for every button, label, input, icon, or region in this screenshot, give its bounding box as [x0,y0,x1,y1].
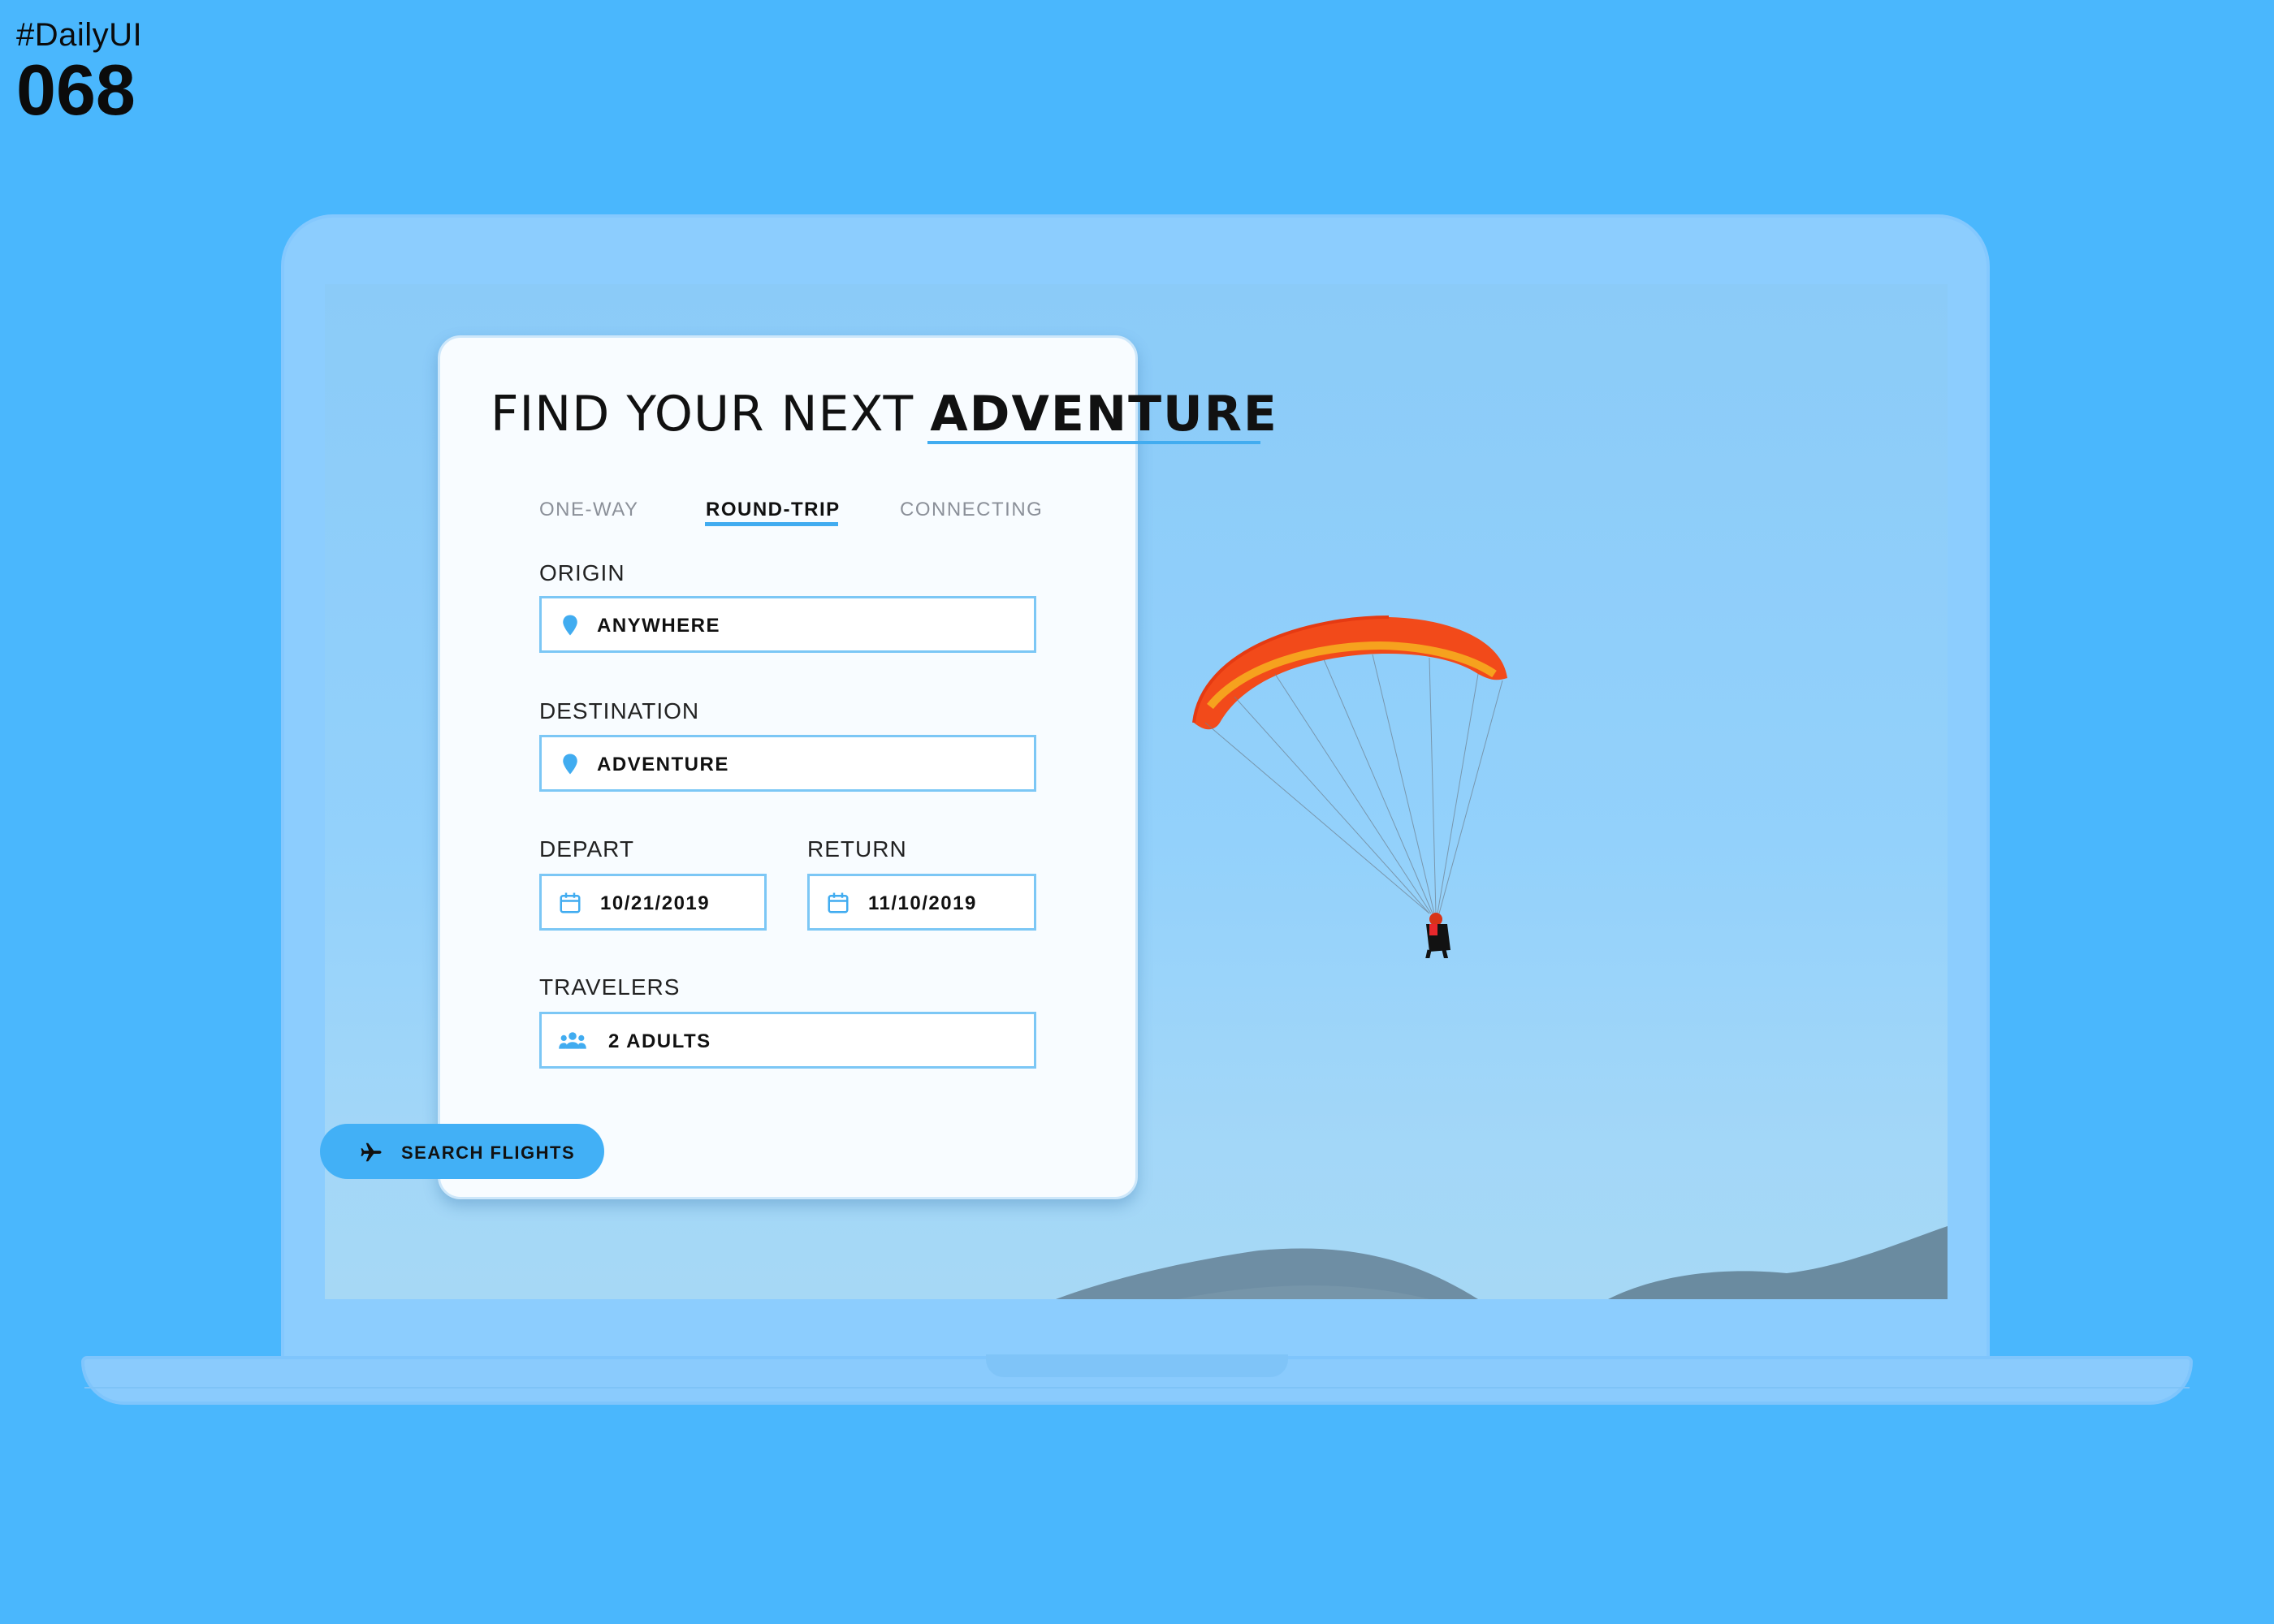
destination-value: ADVENTURE [597,754,729,775]
return-date-field[interactable]: 11/10/2019 [807,874,1036,931]
return-date-value: 11/10/2019 [868,892,977,914]
depart-label: DEPART [539,836,634,862]
location-pin-icon [563,615,577,636]
return-label: RETURN [807,836,907,862]
travelers-field[interactable]: 2 ADULTS [539,1012,1036,1069]
calendar-icon [828,892,849,914]
active-tab-indicator [705,522,838,526]
origin-value: ANYWHERE [597,615,721,637]
origin-field[interactable]: ANYWHERE [539,596,1036,653]
page-title: FIND YOUR NEXT ADVENTURE [491,382,1278,447]
dailyui-number: 068 [16,50,136,130]
calendar-icon [560,892,581,914]
title-underline [927,441,1260,444]
mountains-illustration [1056,1226,1948,1299]
destination-label: DESTINATION [539,698,700,723]
airplane-icon [361,1142,382,1162]
travelers-value: 2 ADULTS [608,1030,711,1052]
travelers-label: TRAVELERS [539,974,681,1000]
destination-field[interactable]: ADVENTURE [539,735,1036,792]
page-title-bold: ADVENTURE [930,386,1278,443]
depart-date-field[interactable]: 10/21/2019 [539,874,767,931]
tab-connecting[interactable]: CONNECTING [900,499,1043,521]
search-flights-label: SEARCH FLIGHTS [401,1142,576,1163]
page-title-light: FIND YOUR NEXT [491,386,931,443]
people-icon [559,1032,586,1049]
depart-date-value: 10/21/2019 [600,892,711,914]
paraglider-illustration [1192,615,1507,958]
location-pin-icon [563,754,577,775]
dailyui-tag: #DailyUI 068 [16,15,142,127]
search-flights-button[interactable]: SEARCH FLIGHTS [320,1124,604,1179]
tab-round-trip[interactable]: ROUND-TRIP [706,499,841,521]
tab-one-way[interactable]: ONE-WAY [539,499,639,521]
origin-label: ORIGIN [539,560,625,585]
laptop-notch [986,1354,1288,1377]
